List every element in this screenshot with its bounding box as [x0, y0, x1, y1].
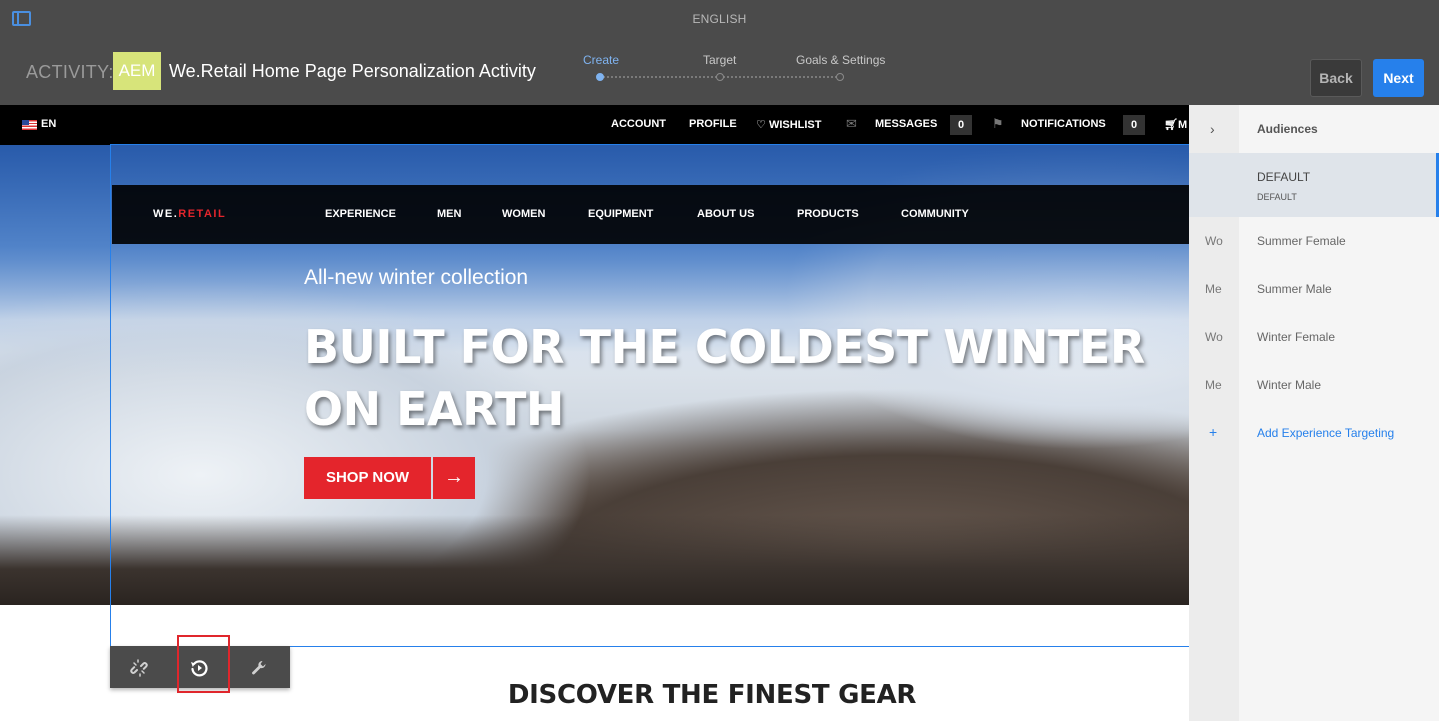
audience-abbr: Me: [1205, 282, 1222, 296]
audience-item-winter-male[interactable]: Me Winter Male: [1189, 361, 1439, 409]
aem-badge: AEM: [113, 52, 161, 90]
envelope-icon: ✉: [846, 116, 857, 131]
us-flag-icon: [22, 120, 37, 130]
messages-count: 0: [950, 115, 972, 135]
account-link[interactable]: ACCOUNT: [611, 118, 666, 130]
step-dot-target: [716, 73, 724, 81]
step-dot-create: [596, 73, 604, 81]
audiences-header: › Audiences: [1189, 105, 1439, 153]
step-goals-settings[interactable]: Goals & Settings: [796, 53, 885, 67]
wrench-icon[interactable]: [230, 646, 288, 688]
audience-name: Summer Male: [1257, 282, 1332, 296]
audiences-panel: › Audiences DEFAULT DEFAULT Wo Summer Fe…: [1189, 105, 1439, 721]
audience-item-summer-female[interactable]: Wo Summer Female: [1189, 217, 1439, 265]
heart-icon: ♡: [756, 119, 766, 131]
back-button[interactable]: Back: [1310, 59, 1362, 97]
audience-name: DEFAULT: [1257, 170, 1311, 184]
highlight-box: [177, 635, 230, 693]
utility-bar: EN ACCOUNT PROFILE ♡ WISHLIST ✉ MESSAGES…: [0, 105, 1189, 145]
activity-label: ACTIVITY:: [26, 62, 114, 82]
activity-title: We.Retail Home Page Personalization Acti…: [169, 61, 536, 81]
language-switch[interactable]: EN: [41, 118, 56, 130]
add-experience-targeting[interactable]: + Add Experience Targeting: [1189, 409, 1439, 457]
audiences-title: Audiences: [1257, 122, 1318, 136]
plus-icon: +: [1209, 424, 1218, 440]
audience-subtitle: DEFAULT: [1257, 192, 1297, 202]
audience-name: Winter Female: [1257, 330, 1336, 344]
cart-label: M: [1177, 119, 1188, 131]
audience-name: Summer Female: [1257, 234, 1346, 248]
audience-item-summer-male[interactable]: Me Summer Male: [1189, 265, 1439, 313]
wizard-steps: Create Target Goals & Settings: [583, 53, 893, 83]
flag-icon: ⚑: [992, 116, 1004, 131]
step-target[interactable]: Target: [703, 53, 736, 67]
chevron-right-icon[interactable]: ›: [1210, 121, 1215, 137]
profile-link[interactable]: PROFILE: [689, 118, 737, 130]
next-button[interactable]: Next: [1373, 59, 1424, 97]
step-dot-goals: [836, 73, 844, 81]
language-label: ENGLISH: [692, 12, 747, 26]
audience-item-winter-female[interactable]: Wo Winter Female: [1189, 313, 1439, 361]
cart-link[interactable]: 🛒︎M: [1164, 118, 1187, 131]
audience-abbr: Wo: [1205, 234, 1223, 248]
audience-abbr: Me: [1205, 378, 1222, 392]
audience-item-default[interactable]: DEFAULT DEFAULT: [1189, 153, 1439, 217]
add-experience-label: Add Experience Targeting: [1257, 426, 1395, 440]
wishlist-label: WISHLIST: [768, 119, 822, 131]
page-preview: EN ACCOUNT PROFILE ♡ WISHLIST ✉ MESSAGES…: [0, 105, 1189, 721]
cart-icon: 🛒︎: [1164, 119, 1178, 131]
wishlist-link[interactable]: ♡ WISHLIST: [756, 118, 822, 131]
activity-header: ENGLISH ACTIVITY: AEM We.Retail Home Pag…: [0, 0, 1439, 105]
audience-name: Winter Male: [1257, 378, 1322, 392]
unlink-icon[interactable]: [110, 646, 168, 688]
step-create[interactable]: Create: [583, 53, 619, 67]
messages-link[interactable]: MESSAGES: [875, 118, 937, 130]
notifications-count: 0: [1123, 115, 1145, 135]
component-selection-frame[interactable]: [110, 144, 1189, 647]
notifications-link[interactable]: NOTIFICATIONS: [1021, 118, 1106, 130]
audience-abbr: Wo: [1205, 330, 1223, 344]
